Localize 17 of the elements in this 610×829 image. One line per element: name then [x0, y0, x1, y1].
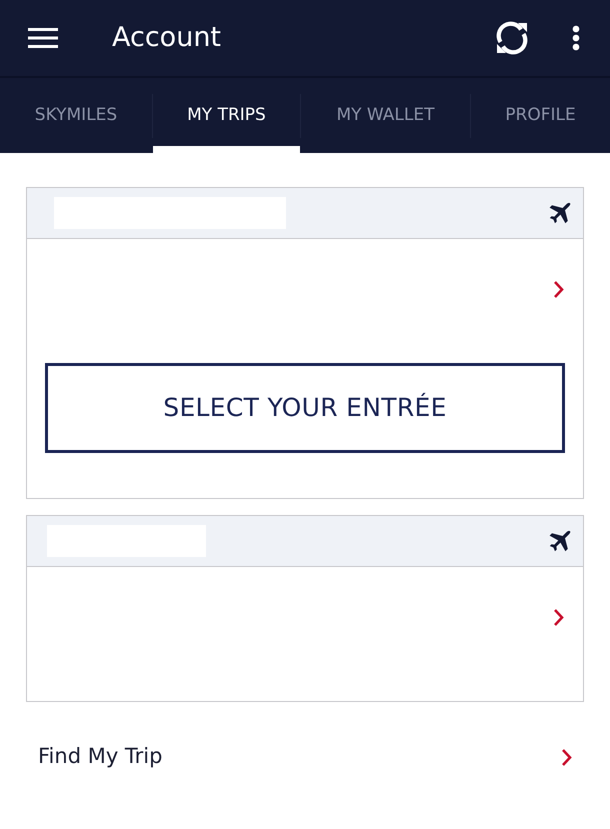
airplane-icon [548, 530, 571, 552]
tab[interactable]: SKYMILES [0, 78, 152, 153]
tab[interactable]: PROFILE [471, 78, 610, 153]
tab[interactable]: MY TRIPS [153, 78, 300, 153]
app-title: Account [112, 20, 222, 55]
more-button[interactable] [572, 25, 580, 51]
menu-icon [28, 28, 58, 48]
tab[interactable]: MY WALLET [301, 78, 470, 153]
find-my-trip-label: Find My Trip [38, 743, 162, 770]
select-entree-button[interactable]: SELECT YOUR ENTRÉE [45, 363, 565, 453]
chevron-right-icon [561, 748, 572, 766]
chevron-right-icon [553, 280, 564, 298]
refresh-icon [494, 20, 530, 56]
refresh-button[interactable] [494, 20, 530, 56]
airplane-icon [548, 202, 571, 224]
chevron-right-icon [553, 608, 564, 626]
more-vertical-icon [572, 25, 580, 51]
